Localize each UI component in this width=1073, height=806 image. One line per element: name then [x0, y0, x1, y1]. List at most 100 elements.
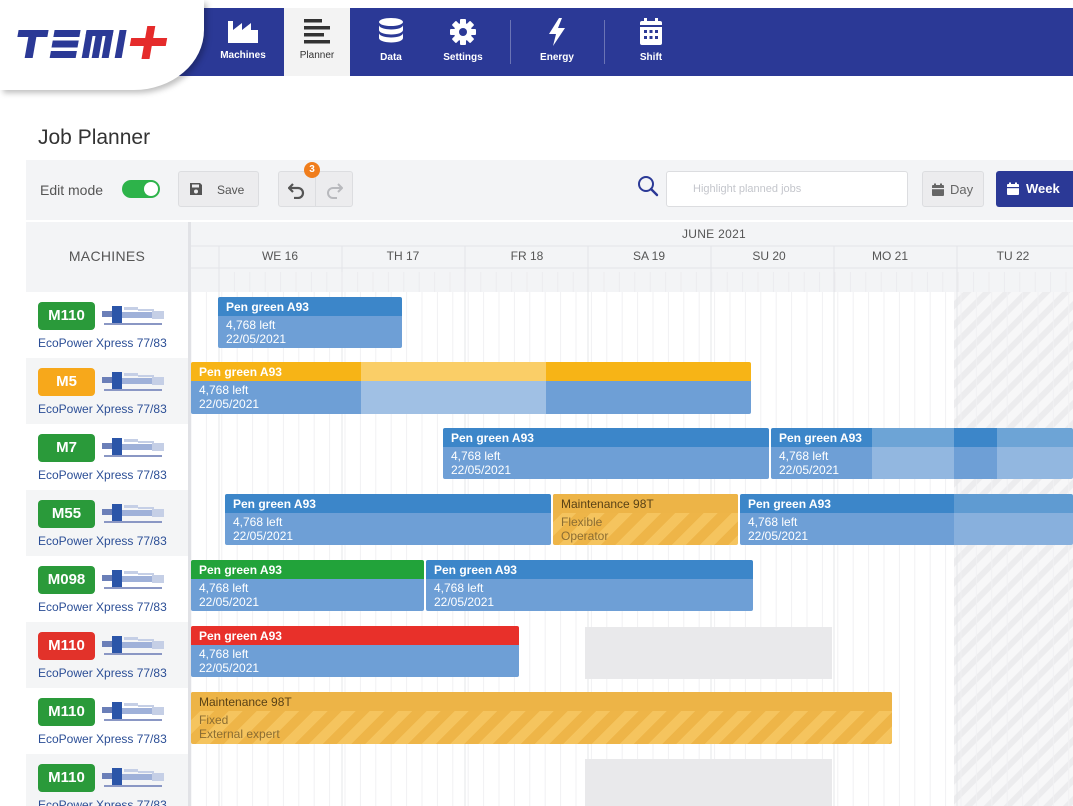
bar-detail: External expert	[199, 727, 280, 741]
machine-name: EcoPower Xpress 77/83	[38, 534, 167, 548]
job-bar[interactable]: Pen green A93 4,768 left 22/05/2021	[191, 560, 424, 611]
machine-name: EcoPower Xpress 77/83	[38, 336, 167, 350]
bar-header	[191, 692, 892, 711]
bar-detail: Operator	[561, 529, 609, 543]
bar-detail: 4,768 left	[779, 449, 829, 463]
unavailable-slot	[585, 759, 832, 806]
nav-machines-label: Machines	[220, 50, 266, 61]
machine-name: EcoPower Xpress 77/83	[38, 468, 167, 482]
machine-row[interactable]: M5 EcoPower Xpress 77/83	[26, 358, 188, 424]
timeline-header: JUNE 2021 WE 16 TH 17 FR 18 SA 19 SU 20 MO 21…	[190, 222, 1073, 292]
week-view-button[interactable]: Week	[996, 171, 1073, 207]
bar-detail: 22/05/2021	[779, 463, 840, 477]
machine-code-badge: M5	[38, 368, 95, 396]
edit-mode-toggle[interactable]	[122, 180, 160, 198]
machine-icon-wrap	[100, 765, 166, 794]
machines-icon	[228, 21, 258, 43]
toolbar: Edit mode Save 3 Day	[26, 160, 1073, 220]
bar-title: Maintenance 98T	[199, 695, 292, 709]
machine-icon-wrap	[100, 435, 166, 464]
bar-title: Pen green A93	[451, 431, 534, 445]
planner-icon	[304, 19, 330, 44]
machine-icon-wrap	[100, 699, 166, 728]
nav-energy-label: Energy	[540, 52, 574, 63]
bar-detail: 22/05/2021	[199, 397, 260, 411]
bar-detail: 4,768 left	[748, 515, 798, 529]
machine-name: EcoPower Xpress 77/83	[38, 732, 167, 746]
nav-planner[interactable]: Planner	[284, 8, 350, 76]
machine-code-badge: M110	[38, 632, 95, 660]
job-bar[interactable]: Pen green A93 4,768 left 22/05/2021	[218, 297, 402, 348]
machine-row[interactable]: M110 EcoPower Xpress 77/83	[26, 688, 188, 754]
machine-icon	[102, 306, 164, 325]
search-input[interactable]	[666, 171, 908, 207]
gantt-chart: Pen green A93 4,768 left 22/05/2021 Pen gre…	[191, 292, 1073, 806]
undo-count-badge: 3	[304, 162, 320, 178]
nav-shift[interactable]: Shift	[618, 8, 684, 76]
redo-button[interactable]	[316, 171, 353, 207]
undo-icon	[288, 183, 305, 199]
job-bar[interactable]: Pen green A93 4,768 left 22/05/2021	[191, 626, 519, 677]
bar-highlight-overlay	[872, 428, 954, 479]
bar-title: Maintenance 98T	[561, 497, 654, 511]
bar-title: Pen green A93	[199, 365, 282, 379]
nav-machines[interactable]: Machines	[210, 8, 276, 76]
nav-planner-label: Planner	[299, 50, 335, 61]
temi-logo	[17, 26, 168, 59]
machine-row[interactable]: M55 EcoPower Xpress 77/83	[26, 490, 188, 556]
bar-detail: 22/05/2021	[434, 595, 495, 609]
bar-detail: Flexible	[561, 515, 603, 529]
nav-data[interactable]: Data	[358, 8, 424, 76]
toggle-knob	[144, 182, 158, 196]
machine-row[interactable]: M110 EcoPower Xpress 77/83	[26, 622, 188, 688]
nav-settings-label: Settings	[443, 52, 483, 63]
machine-icon	[102, 636, 164, 655]
machine-icon	[102, 438, 164, 457]
bar-title: Pen green A93	[199, 629, 282, 643]
bar-detail: 22/05/2021	[226, 332, 287, 346]
machine-code-badge: M110	[38, 302, 95, 330]
save-label: Save	[217, 183, 245, 197]
maintenance-bar[interactable]: Maintenance 98T Flexible Operator	[553, 494, 738, 545]
search-icon	[638, 176, 659, 197]
page-title: Job Planner	[38, 126, 151, 149]
job-bar[interactable]: Pen green A93 4,768 left 22/05/2021	[443, 428, 769, 479]
non-working-day	[954, 292, 1073, 806]
nav-energy[interactable]: Energy	[524, 8, 590, 76]
machine-icon	[102, 768, 164, 787]
bar-detail: 22/05/2021	[451, 463, 512, 477]
bar-highlight-overlay	[361, 362, 546, 414]
bar-detail: 4,768 left	[199, 647, 249, 661]
timeline-ticks	[190, 245, 1073, 292]
machine-icon-wrap	[100, 633, 166, 662]
machine-row[interactable]: M110 EcoPower Xpress 77/83	[26, 754, 188, 806]
calendar-icon	[1007, 182, 1019, 195]
job-bar[interactable]: Pen green A93 4,768 left 22/05/2021	[426, 560, 753, 611]
bar-detail: 4,768 left	[451, 449, 501, 463]
machines-list: M110 EcoPower Xpress 77/83 M5 EcoPower Xpre…	[26, 292, 188, 806]
machine-row[interactable]: M098 EcoPower Xpress 77/83	[26, 556, 188, 622]
machine-row[interactable]: M7 EcoPower Xpress 77/83	[26, 424, 188, 490]
bar-detail: 4,768 left	[199, 581, 249, 595]
machine-name: EcoPower Xpress 77/83	[38, 798, 167, 806]
logo-area[interactable]	[0, 0, 204, 90]
shift-icon	[640, 18, 662, 45]
machine-row[interactable]: M110 EcoPower Xpress 77/83	[26, 292, 188, 358]
save-button[interactable]: Save	[178, 171, 259, 207]
maintenance-bar[interactable]: Maintenance 98T Fixed External expert	[191, 692, 892, 744]
bar-detail: 4,768 left	[434, 581, 484, 595]
machine-icon	[102, 702, 164, 721]
bar-detail: 22/05/2021	[199, 595, 260, 609]
job-bar[interactable]: Pen green A93 4,768 left 22/05/2021	[225, 494, 551, 545]
day-view-label: Day	[950, 182, 974, 197]
calendar-icon	[932, 183, 944, 196]
nav-separator	[604, 20, 605, 64]
day-view-button[interactable]: Day	[922, 171, 984, 207]
machine-code-badge: M110	[38, 698, 95, 726]
bar-title: Pen green A93	[199, 563, 282, 577]
week-view-label: Week	[1026, 181, 1060, 196]
nav-settings[interactable]: Settings	[430, 8, 496, 76]
machine-name: EcoPower Xpress 77/83	[38, 666, 167, 680]
data-icon	[379, 18, 403, 43]
unavailable-slot	[585, 627, 832, 679]
